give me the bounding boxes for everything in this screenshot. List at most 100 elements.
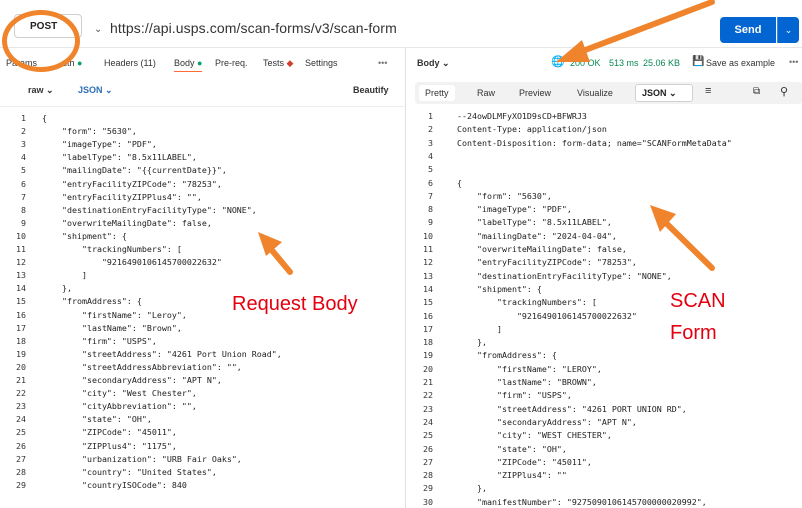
send-button[interactable]: Send xyxy=(720,17,776,43)
line-number: 16 xyxy=(423,310,433,321)
line-number: 11 xyxy=(423,244,433,254)
code-line: 28 "country": "United States", xyxy=(0,466,406,479)
code-line: 1{ xyxy=(0,112,406,125)
code-text: "city": "West Chester", xyxy=(42,388,197,399)
line-number: 21 xyxy=(16,375,26,385)
code-text: "imageType": "PDF", xyxy=(457,204,572,215)
code-text: "state": "OH", xyxy=(457,443,567,454)
line-number: 8 xyxy=(428,204,433,215)
line-number: 5 xyxy=(428,164,433,175)
annotation-request-body: Request Body xyxy=(232,293,358,315)
code-line: 16 "9216490106145700022632" xyxy=(407,310,802,323)
line-number: 9 xyxy=(21,217,26,228)
line-number: 28 xyxy=(423,470,433,481)
line-number: 10 xyxy=(423,230,433,241)
line-number: 3 xyxy=(21,139,26,150)
line-number: 22 xyxy=(16,388,26,399)
code-line: 22 "firm": "USPS", xyxy=(407,389,802,402)
line-number: 8 xyxy=(21,204,26,215)
line-number: 14 xyxy=(423,283,433,294)
code-text: "overwriteMailingDate": false, xyxy=(457,244,627,254)
code-line: 19 "streetAddress": "4261 Port Union Roa… xyxy=(0,348,406,361)
line-number: 12 xyxy=(16,257,26,268)
tab-raw[interactable]: Raw xyxy=(477,88,495,98)
more-icon[interactable]: ••• xyxy=(378,58,387,68)
tab-visualize[interactable]: Visualize xyxy=(577,88,613,98)
line-number: 23 xyxy=(423,403,433,414)
status-dot-icon: ● xyxy=(77,58,83,68)
code-line: 9 "overwriteMailingDate": false, xyxy=(0,217,406,230)
line-number: 13 xyxy=(423,270,433,281)
search-icon[interactable]: ⚲ xyxy=(780,85,788,98)
code-text: "countryISOCode": 840 xyxy=(42,479,187,490)
response-format-select[interactable]: JSON ⌄ xyxy=(635,84,693,102)
code-text: ] xyxy=(42,270,87,281)
line-number: 2 xyxy=(428,124,433,135)
request-bar: POST ⌄ https://api.usps.com/scan-forms/v… xyxy=(0,0,802,48)
code-text: "country": "United States", xyxy=(42,466,217,477)
line-number: 24 xyxy=(16,414,26,425)
code-line: 19 "fromAddress": { xyxy=(407,349,802,362)
request-pane: Params uth ● Headers (11) Body ● Pre-req… xyxy=(0,48,406,508)
line-number: 17 xyxy=(423,323,433,334)
body-mode-select[interactable]: raw ⌄ xyxy=(28,85,54,96)
chevron-down-icon[interactable]: ⌄ xyxy=(94,24,102,35)
code-line: 27 "urbanization": "URB Fair Oaks", xyxy=(0,453,406,466)
code-line: 11 "overwriteMailingDate": false, xyxy=(407,243,802,256)
line-number: 25 xyxy=(423,430,433,441)
code-line: 15 "trackingNumbers": [ xyxy=(407,296,802,309)
response-body-select[interactable]: Body ⌄ xyxy=(417,58,450,69)
line-number: 1 xyxy=(428,111,433,121)
line-number: 5 xyxy=(21,165,26,176)
globe-icon[interactable]: 🌐 xyxy=(551,55,565,68)
url-input[interactable]: https://api.usps.com/scan-forms/v3/scan-… xyxy=(110,20,397,36)
code-text: "urbanization": "URB Fair Oaks", xyxy=(42,453,242,464)
line-number: 29 xyxy=(423,483,433,494)
code-line: 12 "9216490106145700022632" xyxy=(0,256,406,269)
tab-tests[interactable]: Tests ◆ xyxy=(263,58,293,69)
code-line: 10 "mailingDate": "2024-04-04", xyxy=(407,230,802,243)
code-line: 20 "firstName": "LEROY", xyxy=(407,363,802,376)
code-text: "city": "WEST CHESTER", xyxy=(457,430,612,441)
code-line: 25 "ZIPCode": "45011", xyxy=(0,426,406,439)
tab-pretty[interactable]: Pretty xyxy=(419,85,455,101)
code-text: }, xyxy=(42,283,72,294)
tab-preview[interactable]: Preview xyxy=(519,88,551,98)
line-number: 15 xyxy=(423,297,433,308)
save-icon[interactable]: 💾 xyxy=(692,56,704,67)
code-text: "streetAddress": "4261 Port Union Road", xyxy=(42,348,282,359)
code-text: "shipment": { xyxy=(42,230,127,241)
tab-body[interactable]: Body ● xyxy=(174,58,203,72)
code-line: 17 ] xyxy=(407,323,802,336)
code-line: 4 "labelType": "8.5x11LABEL", xyxy=(0,151,406,164)
code-line: 23 "cityAbbreviation": "", xyxy=(0,400,406,413)
code-line: 29 }, xyxy=(407,482,802,495)
code-text: "ZIPCode": "45011", xyxy=(457,456,592,467)
code-line: 26 "state": "OH", xyxy=(407,443,802,456)
beautify-button[interactable]: Beautify xyxy=(353,85,389,95)
body-mode-label: raw xyxy=(28,85,44,95)
code-line: 20 "streetAddressAbbreviation": "", xyxy=(0,361,406,374)
code-text: "entryFacilityZIPPlus4": "", xyxy=(42,191,202,202)
line-number: 4 xyxy=(428,150,433,161)
code-text: { xyxy=(42,113,47,123)
tab-prereq[interactable]: Pre-req. xyxy=(215,58,248,68)
line-number: 19 xyxy=(423,350,433,361)
tab-settings[interactable]: Settings xyxy=(305,58,338,68)
line-number: 19 xyxy=(16,348,26,359)
copy-icon[interactable]: ⧉ xyxy=(753,86,760,97)
response-body-viewer[interactable]: 1 --24owDLMFyXO1D9sCD+BFWRJ3 2 Content-Type… xyxy=(407,110,802,508)
wrap-icon[interactable]: ≡ xyxy=(705,85,711,97)
tab-headers[interactable]: Headers (11) xyxy=(104,58,156,68)
more-icon[interactable]: ••• xyxy=(789,57,798,67)
code-text: "secondaryAddress": "APT N", xyxy=(42,375,222,385)
code-line: 2 Content-Type: application/json xyxy=(407,123,802,136)
send-options-chevron-icon[interactable]: ⌄ xyxy=(777,17,799,43)
code-line: 24 "state": "OH", xyxy=(0,413,406,426)
body-format-select[interactable]: JSON ⌄ xyxy=(78,85,113,96)
status-code: 200 OK xyxy=(570,58,601,68)
code-text: "streetAddress": "4261 PORT UNION RD", xyxy=(457,403,687,414)
divider xyxy=(0,106,406,107)
line-number: 28 xyxy=(16,466,26,477)
save-as-example-button[interactable]: Save as example xyxy=(706,58,775,68)
